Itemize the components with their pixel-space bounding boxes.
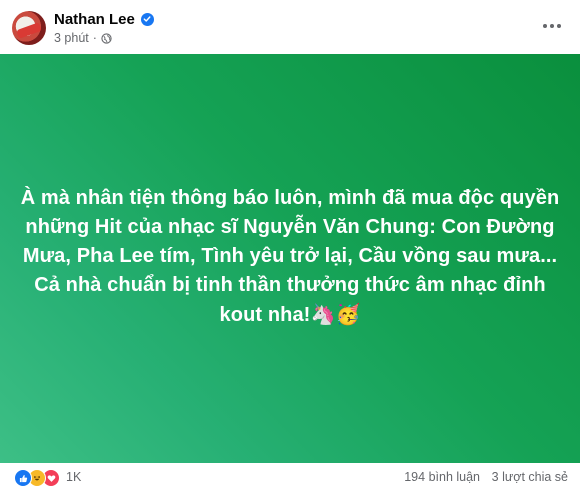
author-line: Nathan Lee	[54, 9, 154, 29]
status-text: À mà nhân tiện thông báo luôn, mình đã m…	[20, 184, 560, 330]
status-line: những Hit của nhạc sĩ Nguyễn Văn Chung: …	[25, 215, 555, 238]
status-line: Mưa, Pha Lee tím, Tình yêu trở lại, Cầu …	[22, 244, 558, 267]
post-meta: 3 phút ·	[54, 30, 112, 46]
meta-separator: ·	[92, 31, 97, 45]
more-options-icon[interactable]	[540, 14, 564, 38]
status-line: kout nha!	[219, 303, 311, 326]
status-line: Cả nhà chuẩn bị tinh thần thưởng thức âm…	[34, 273, 546, 296]
status-line-last: kout nha!🦄🥳	[20, 300, 560, 330]
verified-badge-icon	[140, 12, 154, 26]
author-name[interactable]: Nathan Lee	[54, 11, 135, 28]
post-timestamp[interactable]: 3 phút	[54, 31, 89, 45]
post-header: Nathan Lee 3 phút ·	[0, 0, 580, 54]
status-background-card: À mà nhân tiện thông báo luôn, mình đã m…	[0, 54, 580, 463]
like-icon	[14, 469, 32, 487]
share-count[interactable]: 3 lượt chia sẻ	[492, 470, 568, 484]
post-footer: 1K 194 bình luận 3 lượt chia sẻ	[0, 463, 580, 492]
reaction-count[interactable]: 1K	[66, 470, 81, 484]
unicorn-party-emoji: 🦄🥳	[310, 301, 361, 326]
public-globe-icon[interactable]	[101, 32, 112, 44]
reaction-icons[interactable]	[14, 469, 60, 487]
author-avatar[interactable]	[12, 11, 46, 45]
status-line: À mà nhân tiện thông báo luôn, mình đã m…	[20, 186, 560, 209]
comment-count[interactable]: 194 bình luận	[404, 470, 480, 484]
